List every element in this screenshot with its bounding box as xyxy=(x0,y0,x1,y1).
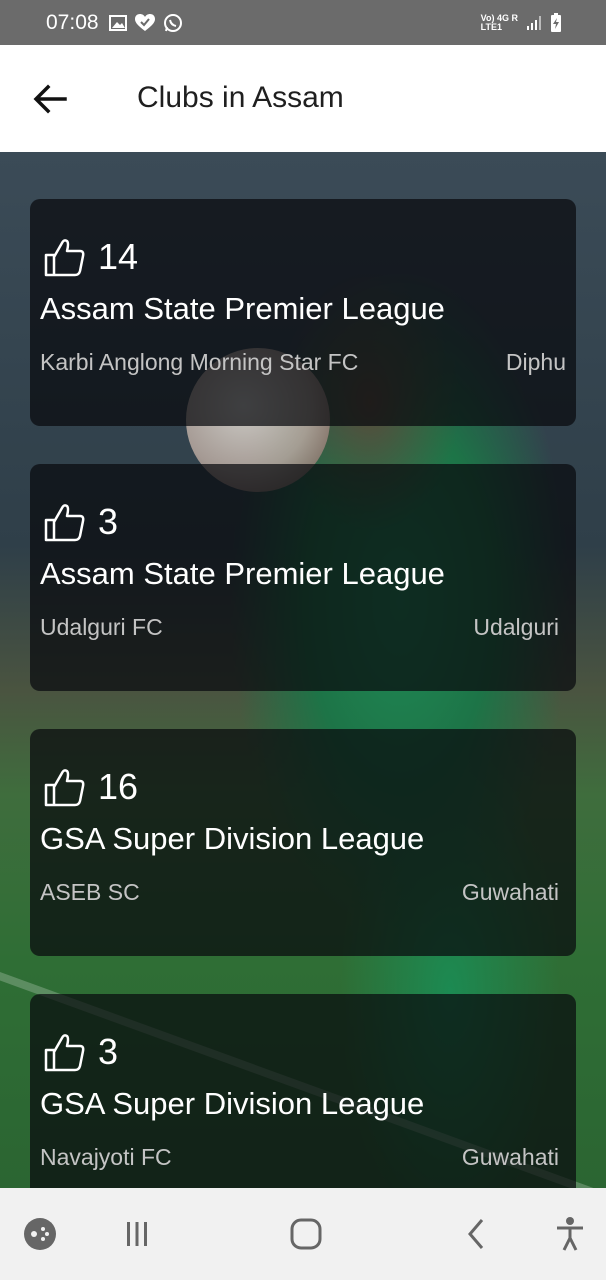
system-nav-bar xyxy=(0,1188,606,1280)
status-right: Vo) 4G R LTE1 xyxy=(480,12,562,33)
thumbs-up-icon[interactable] xyxy=(42,500,86,544)
notification-icons xyxy=(108,13,183,33)
network-label: Vo) 4G R LTE1 xyxy=(480,13,518,32)
club-card[interactable]: 3 Assam State Premier League Udalguri FC… xyxy=(30,464,576,691)
club-list[interactable]: 14 Assam State Premier League Karbi Angl… xyxy=(0,152,606,1188)
page-title: Clubs in Assam xyxy=(137,81,344,114)
like-count: 3 xyxy=(98,1031,119,1072)
league-name: Assam State Premier League xyxy=(40,291,445,326)
thumbs-up-icon[interactable] xyxy=(42,765,86,809)
signal-icon xyxy=(527,15,541,30)
club-name: Karbi Anglong Morning Star FC xyxy=(40,349,359,375)
likes-row: 3 xyxy=(42,500,118,544)
league-name: GSA Super Division League xyxy=(40,821,425,856)
home-button[interactable] xyxy=(286,1216,326,1252)
game-launcher-icon xyxy=(24,1218,56,1250)
network-line2: LTE1 xyxy=(480,21,502,32)
likes-row: 3 xyxy=(42,1030,118,1074)
club-card[interactable]: 14 Assam State Premier League Karbi Angl… xyxy=(30,199,576,426)
accessibility-icon xyxy=(557,1217,583,1251)
city-name: Guwahati xyxy=(461,879,559,905)
league-name: Assam State Premier League xyxy=(40,556,445,591)
like-count: 14 xyxy=(98,236,139,277)
like-count: 16 xyxy=(98,766,139,807)
thumbs-up-icon[interactable] xyxy=(42,235,86,279)
arrow-left-icon xyxy=(33,84,67,114)
recents-button[interactable] xyxy=(117,1216,157,1252)
gallery-icon xyxy=(108,14,127,31)
status-bar: 07:08 Vo) 4G R LTE1 xyxy=(0,0,606,45)
likes-row: 14 xyxy=(42,235,138,279)
status-left: 07:08 xyxy=(46,11,183,35)
city-name: Diphu xyxy=(505,349,566,375)
league-name: GSA Super Division League xyxy=(40,1086,425,1121)
system-back-button[interactable] xyxy=(456,1216,496,1252)
like-count: 3 xyxy=(98,501,119,542)
club-name: Udalguri FC xyxy=(40,614,163,640)
back-button[interactable] xyxy=(30,79,70,119)
status-time: 07:08 xyxy=(46,10,99,34)
back-icon xyxy=(468,1219,484,1249)
club-name: Navajyoti FC xyxy=(40,1144,172,1170)
recents-icon xyxy=(127,1222,147,1246)
city-name: Udalguri xyxy=(473,614,559,640)
thumbs-up-icon[interactable] xyxy=(42,1030,86,1074)
battery-charging-icon xyxy=(551,12,561,32)
city-name: Guwahati xyxy=(461,1144,559,1170)
club-card[interactable]: 3 GSA Super Division League Navajyoti FC… xyxy=(30,994,576,1188)
club-name: ASEB SC xyxy=(40,879,140,905)
heart-check-icon xyxy=(134,13,155,31)
game-launcher-button[interactable] xyxy=(20,1216,60,1252)
likes-row: 16 xyxy=(42,765,138,809)
club-card[interactable]: 16 GSA Super Division League ASEB SC Guw… xyxy=(30,729,576,956)
whatsapp-icon xyxy=(163,13,182,32)
home-icon xyxy=(290,1218,322,1250)
accessibility-button[interactable] xyxy=(550,1216,590,1252)
app-bar: Clubs in Assam xyxy=(0,45,606,152)
